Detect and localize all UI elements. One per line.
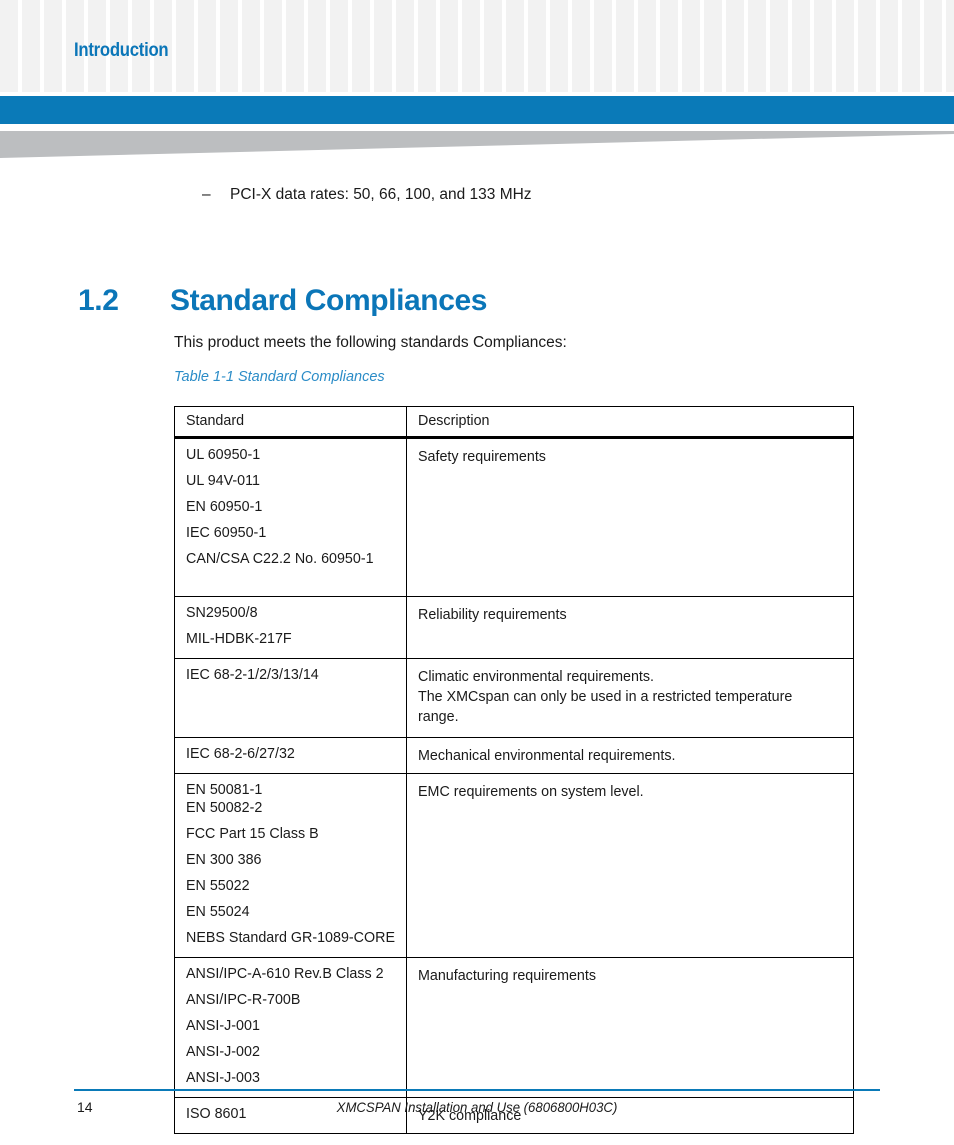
standard-list-item: SN29500/8 [186, 605, 258, 621]
page-header-band: Introduction [0, 0, 954, 92]
running-head: Introduction [74, 40, 169, 61]
section-heading: 1.2 Standard Compliances [78, 284, 487, 318]
bullet-item-text: PCI-X data rates: 50, 66, 100, and 133 M… [230, 186, 532, 203]
standard-list-item: MIL-HDBK-217F [186, 631, 292, 647]
description-text: Manufacturing requirements [418, 966, 843, 986]
standard-list-item: EN 60950-1 [186, 499, 263, 515]
column-header-description: Description [406, 406, 854, 439]
standard-compliances-table: Standard Description UL 60950-1 UL 94V-01… [174, 406, 854, 1134]
cell-description: Reliability requirements [406, 596, 854, 659]
description-text: Mechanical environmental requirements. [418, 746, 843, 766]
table-row: ANSI/IPC-A-610 Rev.B Class 2 ANSI/IPC-R-7… [174, 957, 854, 1098]
standard-list: ANSI/IPC-A-610 Rev.B Class 2 ANSI/IPC-R-7… [186, 966, 396, 1087]
standard-list-item: EN 300 386 [186, 852, 262, 868]
standard-list-item: ANSI/IPC-R-700B [186, 992, 301, 1008]
cell-description: EMC requirements on system level. [406, 773, 854, 958]
description-text: Reliability requirements [418, 605, 843, 625]
cell-standard: IEC 68-2-1/2/3/13/14 [174, 658, 407, 738]
standard-list-item: EN 55022 [186, 878, 250, 894]
cell-description: Manufacturing requirements [406, 957, 854, 1098]
gray-wedge-shape [0, 131, 954, 158]
standard-list-item: IEC 60950-1 [186, 525, 267, 541]
standard-list-item: ANSI-J-002 [186, 1044, 260, 1060]
description-text: Safety requirements [418, 447, 843, 467]
description-line: Climatic environmental requirements. [418, 669, 654, 685]
cell-standard: SN29500/8 MIL-HDBK-217F [174, 596, 407, 659]
standard-list: UL 60950-1 UL 94V-011 EN 60950-1 IEC 60950-… [186, 447, 396, 568]
standard-list-item: IEC 68-2-1/2/3/13/14 [186, 667, 319, 683]
standard-list-item: IEC 68-2-6/27/32 [186, 746, 295, 762]
table-row: EN 50081-1 EN 50082-2 FCC Part 15 Class B E… [174, 773, 854, 958]
lead-paragraph: This product meets the following standar… [174, 333, 567, 351]
column-header-standard: Standard [174, 406, 407, 439]
standard-list: IEC 68-2-6/27/32 [186, 746, 396, 763]
description-line: EMC requirements on system level. [418, 784, 644, 800]
table-row: IEC 68-2-6/27/32 Mechanical environmental… [174, 737, 854, 774]
description-line: range. [418, 709, 459, 725]
cell-description: Safety requirements [406, 437, 854, 597]
cell-standard: UL 60950-1 UL 94V-011 EN 60950-1 IEC 60950-… [174, 437, 407, 597]
footer-rule [74, 1089, 880, 1091]
standard-list-item: ANSI-J-003 [186, 1070, 260, 1086]
table-body: UL 60950-1 UL 94V-011 EN 60950-1 IEC 60950-… [174, 437, 854, 1134]
section-number: 1.2 [78, 283, 119, 317]
description-text: Climatic environmental requirements. The … [418, 667, 843, 727]
table-caption: Table 1-1 Standard Compliances [174, 369, 385, 385]
section-title: Standard Compliances [170, 283, 488, 317]
header-blue-rule [0, 96, 954, 124]
description-line: Manufacturing requirements [418, 968, 597, 984]
description-line: Mechanical environmental requirements. [418, 748, 676, 764]
cell-standard: EN 50081-1 EN 50082-2 FCC Part 15 Class B E… [174, 773, 407, 958]
footer-document-title: XMCSPAN Installation and Use (6806800H03… [336, 1099, 618, 1115]
standard-list-item: ANSI-J-001 [186, 1018, 260, 1034]
header-gray-wedge [0, 131, 954, 161]
table-row: SN29500/8 MIL-HDBK-217F Reliability requir… [174, 596, 854, 659]
cell-standard: ANSI/IPC-A-610 Rev.B Class 2 ANSI/IPC-R-7… [174, 957, 407, 1098]
description-line: Reliability requirements [418, 607, 567, 623]
table-row: UL 60950-1 UL 94V-011 EN 60950-1 IEC 60950-… [174, 437, 854, 597]
standard-list-item: CAN/CSA C22.2 No. 60950-1 [186, 551, 374, 567]
cell-description: Climatic environmental requirements. The … [406, 658, 854, 738]
description-text: EMC requirements on system level. [418, 782, 843, 802]
standard-list-item: UL 60950-1 [186, 447, 261, 463]
bullet-dash-marker: – [202, 186, 211, 203]
standard-list-item: EN 50081-1 [186, 782, 263, 798]
standard-list: IEC 68-2-1/2/3/13/14 [186, 667, 396, 684]
standard-list: EN 50081-1 EN 50082-2 FCC Part 15 Class B E… [186, 782, 396, 947]
description-line: The XMCspan can only be used in a restri… [418, 689, 793, 705]
standard-list: SN29500/8 MIL-HDBK-217F [186, 605, 396, 648]
standard-list-item: NEBS Standard GR-1089-CORE [186, 930, 395, 946]
standard-list-item: EN 50082-2 [186, 800, 263, 816]
cell-standard: IEC 68-2-6/27/32 [174, 737, 407, 774]
standard-list-item: UL 94V-011 [186, 473, 260, 489]
standard-list-item: ANSI/IPC-A-610 Rev.B Class 2 [186, 966, 384, 982]
cell-description: Mechanical environmental requirements. [406, 737, 854, 774]
standard-list-item: EN 55024 [186, 904, 250, 920]
table-header-row: Standard Description [174, 406, 854, 439]
table-row: IEC 68-2-1/2/3/13/14 Climatic environment… [174, 658, 854, 738]
description-line: Safety requirements [418, 449, 546, 465]
bullet-list-item: – PCI-X data rates: 50, 66, 100, and 133 … [174, 185, 874, 205]
standard-list-item: FCC Part 15 Class B [186, 826, 319, 842]
